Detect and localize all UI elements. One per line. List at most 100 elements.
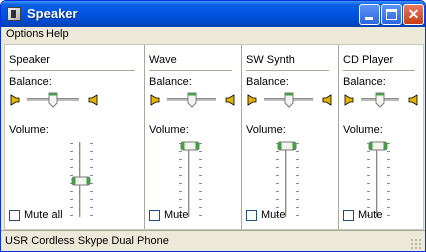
tick-mark — [179, 191, 182, 192]
mixer-panel: Speaker Balance: Volume: Mute all Wave Balanc… — [4, 44, 424, 230]
balance-slider-thumb[interactable] — [284, 92, 294, 108]
tick-mark — [199, 183, 202, 184]
tick-mark — [367, 183, 370, 184]
left-speaker-icon — [9, 94, 21, 106]
volume-ticks — [387, 143, 390, 217]
volume-slider-thumb[interactable] — [277, 141, 297, 151]
mute-label[interactable]: Mute — [358, 209, 382, 221]
mute-checkbox[interactable] — [149, 210, 160, 221]
tick-mark — [387, 207, 390, 208]
tick-mark — [90, 207, 93, 208]
balance-slider-thumb[interactable] — [375, 92, 385, 108]
tick-mark — [179, 207, 182, 208]
volume-label: Volume: — [343, 124, 383, 136]
tick-mark — [199, 207, 202, 208]
minimize-button[interactable] — [359, 4, 380, 25]
maximize-button[interactable] — [381, 4, 402, 25]
status-text: USR Cordless Skype Dual Phone — [5, 235, 169, 247]
tick-mark — [276, 191, 279, 192]
menu-bar: Options Help — [1, 27, 425, 42]
tick-mark — [179, 175, 182, 176]
status-bar: USR Cordless Skype Dual Phone — [1, 230, 425, 251]
balance-label: Balance: — [246, 76, 289, 88]
tick-mark — [387, 183, 390, 184]
volume-slider-thumb[interactable] — [180, 141, 200, 151]
volume-ticks — [296, 143, 299, 217]
tick-mark — [179, 151, 182, 152]
mute-checkbox[interactable] — [246, 210, 257, 221]
tick-mark — [179, 159, 182, 160]
tick-mark — [90, 143, 93, 144]
tick-mark — [387, 175, 390, 176]
volume-slider-track[interactable] — [376, 142, 379, 217]
speaker-app-icon — [7, 7, 21, 21]
resize-grip-icon[interactable] — [410, 238, 422, 250]
minimize-icon — [365, 17, 373, 20]
tick-mark — [199, 215, 202, 216]
menu-help[interactable]: Help — [46, 28, 69, 40]
left-speaker-icon — [10, 94, 20, 106]
tick-mark — [199, 167, 202, 168]
tick-mark — [70, 199, 73, 200]
volume-slider-track[interactable] — [188, 142, 191, 217]
tick-mark — [90, 151, 93, 152]
close-icon: ✕ — [407, 6, 420, 22]
right-speaker-icon — [88, 94, 98, 106]
tick-mark — [70, 151, 73, 152]
balance-slider-thumb[interactable] — [187, 92, 197, 108]
tick-mark — [387, 215, 390, 216]
tick-mark — [90, 167, 93, 168]
right-speaker-icon — [321, 94, 333, 106]
tick-mark — [179, 199, 182, 200]
left-speaker-icon — [247, 94, 257, 106]
tick-mark — [90, 215, 93, 216]
volume-slider-track[interactable] — [285, 142, 288, 217]
channel-name: CD Player — [343, 54, 394, 66]
tick-mark — [387, 167, 390, 168]
tick-mark — [70, 191, 73, 192]
tick-mark — [199, 159, 202, 160]
balance-slider-thumb[interactable] — [48, 92, 58, 108]
tick-mark — [276, 167, 279, 168]
channel-column: SW Synth Balance: Volume: Mute — [242, 45, 337, 229]
mute-checkbox[interactable] — [9, 210, 20, 221]
tick-mark — [296, 167, 299, 168]
mute-label[interactable]: Mute — [164, 209, 188, 221]
volume-slider-thumb[interactable] — [368, 141, 388, 151]
tick-mark — [387, 199, 390, 200]
mute-checkbox[interactable] — [343, 210, 354, 221]
volume-ticks — [199, 143, 202, 217]
tick-mark — [276, 159, 279, 160]
tick-mark — [179, 167, 182, 168]
volume-slider-thumb[interactable] — [71, 176, 91, 186]
tick-mark — [199, 175, 202, 176]
menu-options[interactable]: Options — [6, 28, 44, 40]
channel-column: Speaker Balance: Volume: Mute all — [5, 45, 143, 229]
tick-mark — [70, 167, 73, 168]
left-speaker-icon — [150, 94, 160, 106]
left-speaker-icon — [246, 94, 258, 106]
close-button[interactable]: ✕ — [403, 4, 424, 25]
mute-label[interactable]: Mute — [261, 209, 285, 221]
volume-label: Volume: — [149, 124, 189, 136]
balance-label: Balance: — [149, 76, 192, 88]
mute-label[interactable]: Mute all — [24, 209, 63, 221]
speaker-window: Speaker ✕ Options Help Speaker Balance: Vo… — [0, 0, 426, 252]
tick-mark — [296, 159, 299, 160]
tick-mark — [367, 199, 370, 200]
right-speaker-icon — [408, 94, 418, 106]
left-speaker-icon — [344, 94, 354, 106]
channel-column: Wave Balance: Volume: Mute — [145, 45, 240, 229]
title-bar[interactable]: Speaker ✕ — [1, 1, 425, 27]
tick-mark — [367, 191, 370, 192]
tick-mark — [367, 167, 370, 168]
volume-ticks — [367, 143, 370, 217]
tick-mark — [296, 207, 299, 208]
tick-mark — [296, 151, 299, 152]
tick-mark — [199, 151, 202, 152]
tick-mark — [199, 199, 202, 200]
balance-label: Balance: — [9, 76, 52, 88]
right-speaker-icon — [87, 94, 99, 106]
tick-mark — [296, 191, 299, 192]
tick-mark — [387, 191, 390, 192]
